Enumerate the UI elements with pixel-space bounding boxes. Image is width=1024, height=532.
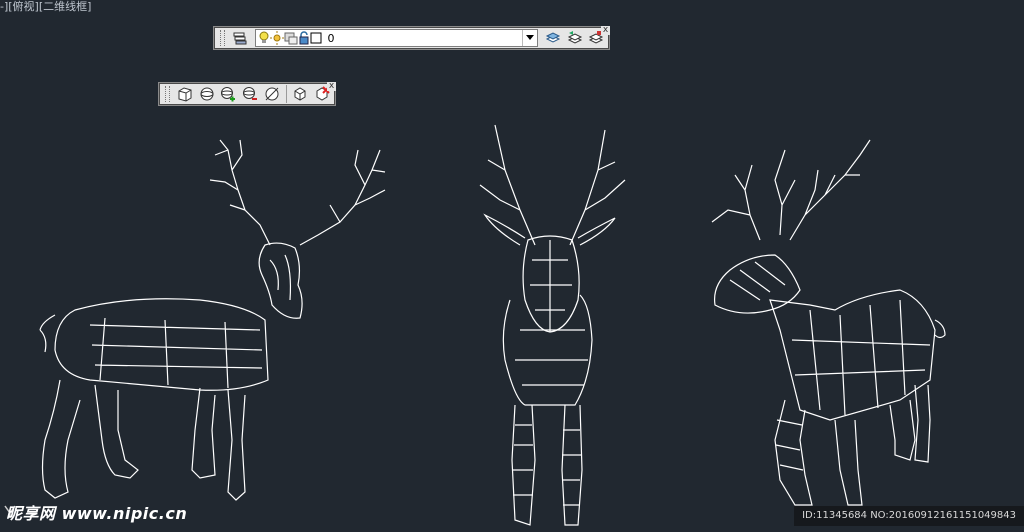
deer-front-view bbox=[479, 124, 626, 526]
drawing-canvas[interactable] bbox=[0, 0, 1024, 532]
watermark-left: 昵享网 www.nipic.cn bbox=[6, 504, 188, 523]
watermark-id: ID:11345684 NO:20160912161151049843 bbox=[794, 506, 1024, 526]
deer-perspective-view bbox=[711, 139, 946, 506]
deer-side-view bbox=[39, 139, 386, 501]
